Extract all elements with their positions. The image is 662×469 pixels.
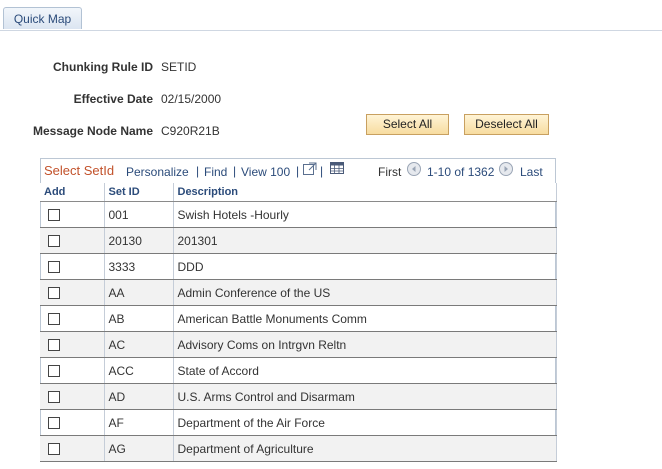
- separator: |: [320, 164, 324, 178]
- next-arrow-icon[interactable]: [499, 162, 513, 179]
- setid-cell: AC: [104, 331, 174, 358]
- add-cell: [40, 357, 105, 384]
- separator: |: [296, 164, 300, 178]
- table-row: AD U.S. Arms Control and Disarmam: [40, 383, 557, 410]
- description-cell: Department of the Air Force: [173, 409, 557, 436]
- add-checkbox[interactable]: [48, 313, 60, 326]
- setid-cell: AA: [104, 279, 174, 306]
- setid-cell: AB: [104, 305, 174, 332]
- new-window-icon[interactable]: [303, 162, 317, 178]
- tab-divider: [0, 30, 662, 31]
- chunking-rule-value: SETID: [161, 60, 197, 74]
- description-cell: DDD: [173, 253, 557, 280]
- setid-cell: 3333: [104, 253, 174, 280]
- add-cell: [40, 279, 105, 306]
- add-checkbox[interactable]: [48, 417, 60, 430]
- table-row: AA Admin Conference of the US: [40, 279, 557, 306]
- tab-quick-map[interactable]: Quick Map: [3, 7, 82, 29]
- description-cell: 201301: [173, 227, 557, 254]
- description-cell: American Battle Monuments Comm: [173, 305, 557, 332]
- table-row: ACC State of Accord: [40, 357, 557, 384]
- setid-cell: 20130: [104, 227, 174, 254]
- add-cell: [40, 305, 105, 332]
- message-node-value: C920R21B: [161, 124, 220, 138]
- personalize-link[interactable]: Personalize: [126, 165, 189, 179]
- table-row: 3333 DDD: [40, 253, 557, 280]
- add-cell: [40, 383, 105, 410]
- setid-cell: ACC: [104, 357, 174, 384]
- message-node-label: Message Node Name: [32, 124, 153, 138]
- deselect-all-button[interactable]: Deselect All: [464, 114, 549, 135]
- setid-cell: 001: [104, 201, 174, 228]
- add-cell: [40, 253, 105, 280]
- add-cell: [40, 435, 105, 462]
- table-row: AB American Battle Monuments Comm: [40, 305, 557, 332]
- add-cell: [40, 331, 105, 358]
- setid-cell: AF: [104, 409, 174, 436]
- find-link[interactable]: Find: [204, 165, 227, 179]
- add-cell: [40, 227, 105, 254]
- table-row: AG Department of Agriculture: [40, 435, 557, 462]
- table-row: AF Department of the Air Force: [40, 409, 557, 436]
- add-checkbox[interactable]: [48, 287, 60, 300]
- chunking-rule-label: Chunking Rule ID: [53, 60, 153, 74]
- description-cell: State of Accord: [173, 357, 557, 384]
- add-checkbox[interactable]: [48, 365, 60, 378]
- add-checkbox[interactable]: [48, 339, 60, 352]
- column-header-setid[interactable]: Set ID: [104, 183, 174, 202]
- last-link[interactable]: Last: [520, 165, 543, 179]
- spreadsheet-icon[interactable]: [330, 162, 344, 177]
- setid-cell: AG: [104, 435, 174, 462]
- add-checkbox[interactable]: [48, 261, 60, 274]
- setid-table: Add Set ID Description 001 Swish Hotels -…: [40, 183, 557, 462]
- setid-cell: AD: [104, 383, 174, 410]
- description-cell: Swish Hotels -Hourly: [173, 201, 557, 228]
- previous-arrow-icon[interactable]: [407, 162, 421, 179]
- table-row: 001 Swish Hotels -Hourly: [40, 201, 557, 228]
- separator: |: [196, 164, 200, 178]
- column-header-description[interactable]: Description: [173, 183, 557, 202]
- description-cell: U.S. Arms Control and Disarmam: [173, 383, 557, 410]
- add-checkbox[interactable]: [48, 235, 60, 248]
- add-cell: [40, 409, 105, 436]
- description-cell: Advisory Coms on Intrgvn Reltn: [173, 331, 557, 358]
- add-cell: [40, 201, 105, 228]
- select-all-button[interactable]: Select All: [366, 114, 449, 135]
- description-cell: Admin Conference of the US: [173, 279, 557, 306]
- add-checkbox[interactable]: [48, 443, 60, 456]
- row-range: 1-10 of 1362: [427, 165, 495, 179]
- column-header-add[interactable]: Add: [40, 183, 105, 202]
- table-header-row: Add Set ID Description: [40, 183, 557, 202]
- grid-title: Select SetId: [44, 163, 115, 178]
- view-100-link[interactable]: View 100: [241, 165, 290, 179]
- effective-date-value: 02/15/2000: [161, 92, 222, 106]
- grid-header-bar: Select SetId Personalize | Find | View 1…: [40, 158, 556, 182]
- add-checkbox[interactable]: [48, 391, 60, 404]
- separator: |: [233, 164, 237, 178]
- table-row: AC Advisory Coms on Intrgvn Reltn: [40, 331, 557, 358]
- description-cell: Department of Agriculture: [173, 435, 557, 462]
- add-checkbox[interactable]: [48, 209, 60, 222]
- table-row: 20130 201301: [40, 227, 557, 254]
- first-label: First: [378, 165, 402, 179]
- effective-date-label: Effective Date: [73, 92, 153, 106]
